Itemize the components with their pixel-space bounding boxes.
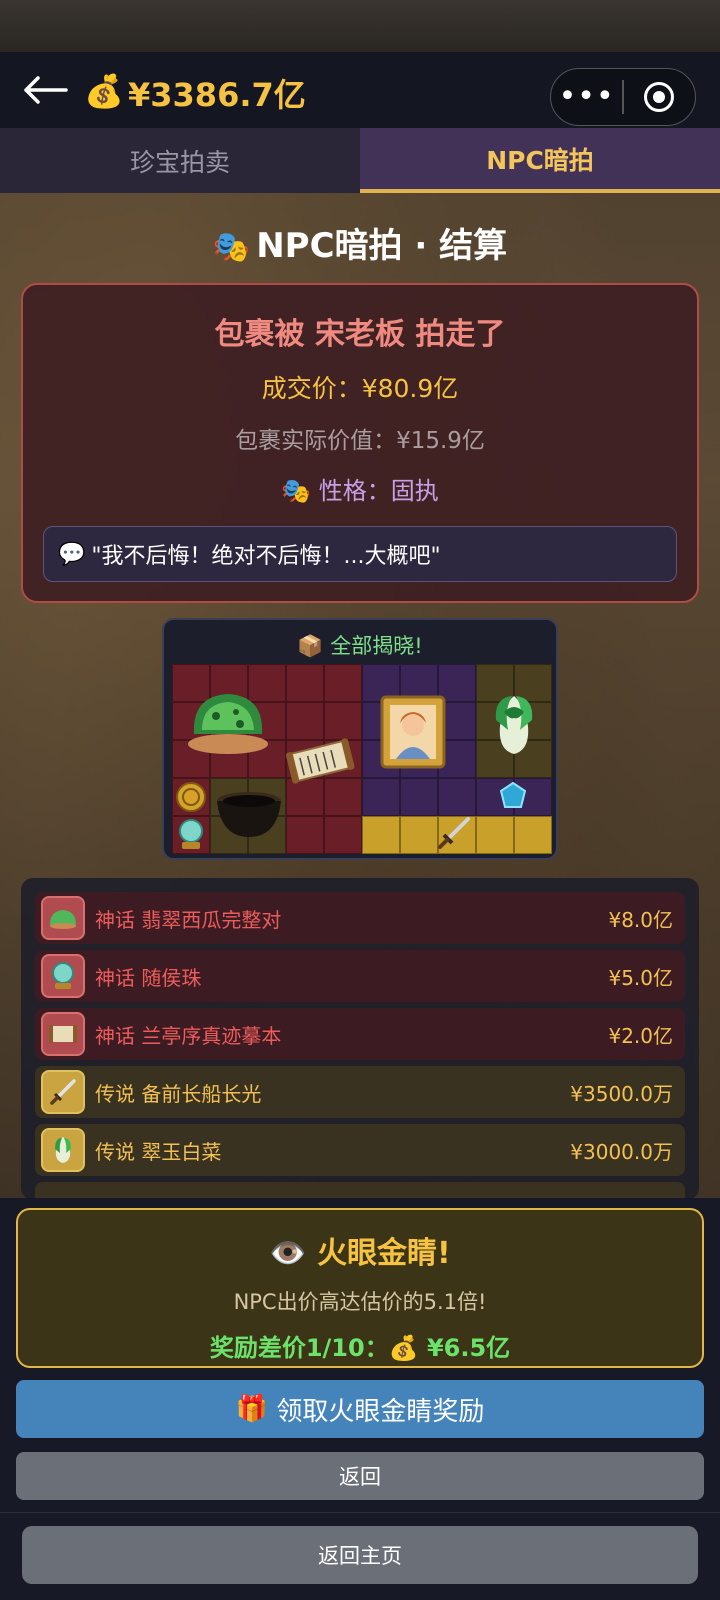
theater-masks-icon: 🎭 (212, 230, 251, 265)
bonus-label: 奖励差价1/10： (209, 1334, 389, 1362)
speech-bubble-icon: 💬 (58, 541, 86, 567)
reward-bonus: 奖励差价1/10：💰 ¥6.5亿 (18, 1328, 702, 1363)
item-price: ¥3000.0万 (570, 1139, 673, 1164)
list-item[interactable]: 神话 翡翠西瓜完整对 ¥8.0亿 (35, 892, 685, 944)
tab-npc-blind-auction[interactable]: NPC暗拍 (360, 128, 720, 193)
list-item[interactable]: 神话 随侯珠 ¥5.0亿 (35, 950, 685, 1002)
item-list: 神话 翡翠西瓜完整对 ¥8.0亿 神话 随侯珠 ¥5.0亿 神话 兰亭序真迹摹本… (21, 878, 699, 1200)
reward-title-text: 火眼金睛! (317, 1236, 451, 1271)
personality: 🎭 性格：固执 (23, 471, 697, 506)
item-price: ¥3500.0万 (570, 1081, 673, 1106)
divider (0, 1512, 720, 1513)
tab-bar: 珍宝拍卖 NPC暗拍 (0, 128, 720, 193)
top-background-strip (0, 0, 720, 52)
page-title-text: NPC暗拍 · 结算 (256, 226, 508, 266)
reward-subtitle: NPC出价高达估价的5.1倍! (233, 1290, 487, 1314)
bottom-panel: 👁️ 火眼金睛! NPC出价高达估价的5.1倍! 奖励差价1/10：💰 ¥6.5… (0, 1198, 720, 1600)
blue-gem-icon (494, 778, 532, 814)
back-button[interactable]: 返回 (16, 1452, 704, 1500)
gift-icon: 🎁 (235, 1394, 269, 1424)
eye-icon: 👁️ (269, 1236, 307, 1271)
close-miniprogram-button[interactable] (624, 82, 695, 112)
reveal-panel: 📦 全部揭晓! (162, 618, 558, 860)
jade-watermelon-icon (41, 896, 85, 940)
item-name: 传说 备前长船长光 (95, 1081, 262, 1106)
package-icon: 📦 (297, 634, 324, 658)
reward-title: 👁️ 火眼金睛! (18, 1228, 702, 1272)
npc-quote: 💬 "我不后悔！绝对不后悔！...大概吧" (43, 526, 677, 582)
sword-icon (41, 1070, 85, 1114)
scroll-icon (41, 1012, 85, 1056)
back-arrow-icon[interactable] (22, 70, 72, 110)
grid-cell (362, 778, 400, 816)
crystal-orb-icon (174, 816, 208, 852)
actual-value: 包裹实际价值：¥15.9亿 (235, 428, 485, 454)
deal-price: 成交价：¥80.9亿 (261, 374, 459, 403)
item-price: ¥2.0亿 (608, 1023, 673, 1048)
money-bag-icon: 💰 (84, 72, 124, 110)
grid-cell (400, 778, 438, 816)
list-item[interactable]: 传说 翠玉白菜 ¥3000.0万 (35, 1124, 685, 1176)
settlement-card: 包裹被 宋老板 拍走了 成交价：¥80.9亿 包裹实际价值：¥15.9亿 🎭 性… (21, 283, 699, 603)
theater-masks-icon: 🎭 (281, 477, 312, 505)
tab-treasure-auction[interactable]: 珍宝拍卖 (0, 128, 360, 193)
list-item[interactable]: 神话 兰亭序真迹摹本 ¥2.0亿 (35, 1008, 685, 1060)
item-price: ¥5.0亿 (608, 965, 673, 990)
mini-program-capsule: ••• (550, 68, 696, 126)
home-button[interactable]: 返回主页 (22, 1526, 698, 1584)
npc-quote-text: "我不后悔！绝对不后悔！...大概吧" (91, 544, 441, 569)
more-options-icon[interactable]: ••• (551, 82, 622, 112)
grid-cell (438, 778, 476, 816)
item-price: ¥8.0亿 (608, 907, 673, 932)
winner-headline: 包裹被 宋老板 拍走了 (214, 317, 506, 352)
grid-cell (324, 664, 362, 702)
portrait-frame-icon (378, 694, 448, 770)
page-title: 🎭 NPC暗拍 · 结算 (0, 218, 720, 267)
claim-reward-button[interactable]: 🎁 领取火眼金睛奖励 (16, 1380, 704, 1438)
grid-cell (400, 816, 438, 854)
grid-cell (514, 816, 552, 854)
personality-text: 性格：固执 (318, 477, 439, 505)
crystal-orb-icon (41, 954, 85, 998)
reveal-title: 📦 全部揭晓! (164, 630, 556, 660)
jade-cabbage-icon (476, 690, 552, 756)
item-name: 传说 翠玉白菜 (95, 1139, 222, 1164)
grid-cell (286, 816, 324, 854)
app-header: 💰 ¥3386.7亿 ••• (0, 52, 720, 128)
scroll-icon (284, 734, 356, 786)
grid-cell (476, 816, 514, 854)
claim-label: 领取火眼金睛奖励 (276, 1396, 485, 1427)
target-icon (644, 82, 675, 112)
item-name: 神话 兰亭序真迹摹本 (95, 1023, 282, 1048)
item-name: 神话 随侯珠 (95, 965, 202, 990)
item-name: 神话 翡翠西瓜完整对 (95, 907, 282, 932)
grid-cell (362, 816, 400, 854)
bonus-value: ¥6.5亿 (426, 1334, 511, 1362)
money-balance: ¥3386.7亿 (128, 76, 306, 114)
money-bag-icon: 💰 (388, 1334, 419, 1362)
gold-coin-icon (174, 780, 208, 814)
item-grid (172, 664, 553, 854)
jade-cabbage-icon (41, 1128, 85, 1172)
reveal-title-text: 全部揭晓! (330, 634, 423, 658)
black-bowl-icon (212, 782, 286, 848)
grid-cell (324, 816, 362, 854)
grid-cell (286, 664, 324, 702)
sword-icon (434, 814, 474, 852)
list-item[interactable]: 传说 备前长船长光 ¥3500.0万 (35, 1066, 685, 1118)
jade-watermelon-icon (178, 680, 278, 760)
reward-card: 👁️ 火眼金睛! NPC出价高达估价的5.1倍! 奖励差价1/10：💰 ¥6.5… (16, 1208, 704, 1368)
